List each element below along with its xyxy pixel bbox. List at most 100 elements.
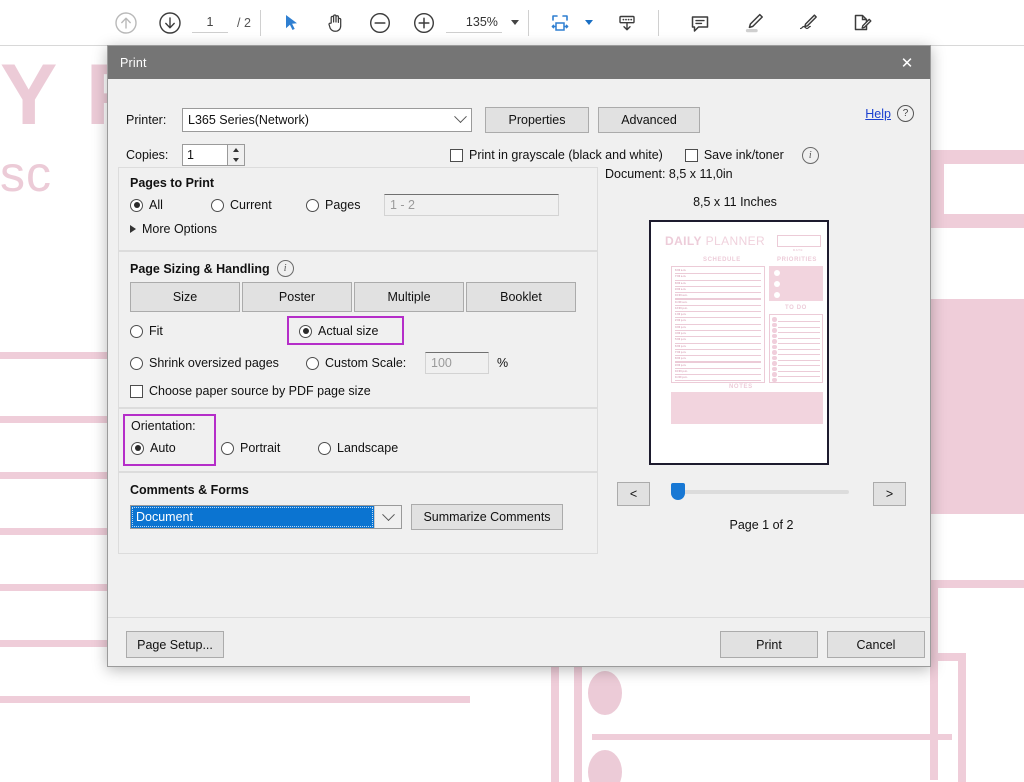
comment-icon[interactable] bbox=[678, 1, 722, 45]
sizing-fit-label: Fit bbox=[149, 324, 163, 338]
copies-stepper-down[interactable] bbox=[228, 155, 244, 165]
orientation-auto-option[interactable]: Auto bbox=[131, 441, 176, 455]
sizing-actual-size-option[interactable]: Actual size bbox=[299, 324, 378, 338]
highlight-icon[interactable] bbox=[732, 1, 776, 45]
tab-multiple[interactable]: Multiple bbox=[354, 282, 464, 312]
pages-current-option[interactable]: Current bbox=[211, 198, 272, 212]
planner-todo-label: TO DO bbox=[785, 305, 807, 311]
planner-time-rule bbox=[675, 367, 761, 369]
sizing-fit-option[interactable]: Fit bbox=[130, 324, 163, 338]
preview-slider-track[interactable] bbox=[673, 490, 849, 494]
planner-time-label: 1:00 p.m. bbox=[675, 313, 687, 317]
orientation-portrait-option[interactable]: Portrait bbox=[221, 441, 280, 455]
sizing-shrink-radio[interactable] bbox=[130, 356, 143, 370]
hand-tool-icon[interactable] bbox=[314, 1, 358, 45]
page-setup-button[interactable]: Page Setup... bbox=[126, 631, 224, 658]
properties-button[interactable]: Properties bbox=[485, 106, 589, 133]
paper-source-checkbox[interactable] bbox=[130, 384, 143, 398]
fill-and-sign-icon[interactable] bbox=[840, 1, 884, 45]
preview-slider-thumb[interactable] bbox=[671, 483, 685, 500]
sizing-fit-radio[interactable] bbox=[130, 324, 143, 338]
paper-source-checkbox-row[interactable]: Choose paper source by PDF page size bbox=[130, 384, 371, 398]
orientation-portrait-radio[interactable] bbox=[221, 441, 234, 455]
close-icon[interactable]: ✕ bbox=[884, 46, 930, 79]
cancel-button[interactable]: Cancel bbox=[827, 631, 925, 658]
orientation-landscape-option[interactable]: Landscape bbox=[318, 441, 398, 455]
sign-icon[interactable] bbox=[786, 1, 830, 45]
save-ink-info-icon[interactable]: i bbox=[801, 146, 819, 164]
save-ink-checkbox-row[interactable]: Save ink/toner bbox=[684, 148, 784, 162]
preview-sheet[interactable]: DAILY PLANNER DATE SCHEDULE PRIORITIES T… bbox=[649, 220, 829, 465]
pages-all-option[interactable]: All bbox=[130, 198, 163, 212]
page-sizing-group: Page Sizing & Handling i Size Poster Mul… bbox=[118, 251, 598, 408]
zoom-in-icon[interactable] bbox=[402, 1, 446, 45]
pages-range-input[interactable]: 1 - 2 bbox=[384, 194, 559, 216]
pages-all-radio[interactable] bbox=[130, 198, 143, 212]
preview-next-button[interactable]: > bbox=[873, 482, 906, 506]
planner-block bbox=[930, 580, 938, 780]
summarize-comments-button[interactable]: Summarize Comments bbox=[411, 504, 563, 530]
orientation-landscape-radio[interactable] bbox=[318, 441, 331, 455]
zoom-dropdown-icon[interactable] bbox=[510, 20, 519, 25]
sizing-actual-size-radio[interactable] bbox=[299, 324, 312, 338]
page-total-label: / 2 bbox=[237, 15, 251, 30]
zoom-out-icon[interactable] bbox=[358, 1, 402, 45]
pages-range-label: Pages bbox=[325, 198, 361, 212]
planner-priority-bullet bbox=[774, 292, 780, 298]
preview-prev-button[interactable]: < bbox=[617, 482, 650, 506]
toolbar-divider bbox=[657, 9, 659, 36]
planner-block bbox=[930, 299, 1024, 514]
planner-time-label: 3:00 p.m. bbox=[675, 325, 687, 329]
save-ink-checkbox[interactable] bbox=[684, 148, 698, 162]
page-number-input[interactable]: 1 bbox=[192, 12, 228, 33]
zoom-level-input[interactable]: 135% bbox=[445, 12, 502, 33]
more-options-toggle[interactable]: More Options bbox=[130, 222, 217, 236]
print-button[interactable]: Print bbox=[720, 631, 818, 658]
sizing-custom-scale-option[interactable]: Custom Scale: bbox=[306, 356, 406, 370]
chevron-down-icon[interactable] bbox=[374, 506, 401, 528]
sizing-shrink-option[interactable]: Shrink oversized pages bbox=[130, 356, 279, 370]
copies-stepper-up[interactable] bbox=[228, 145, 244, 155]
planner-todo-bullet bbox=[772, 339, 777, 344]
planner-priority-bullet bbox=[774, 281, 780, 287]
pages-current-radio[interactable] bbox=[211, 198, 224, 212]
copies-stepper[interactable] bbox=[228, 144, 245, 166]
planner-title-bold: DAILY bbox=[665, 234, 702, 248]
planner-priorities-label: PRIORITIES bbox=[777, 257, 818, 263]
previous-page-icon[interactable] bbox=[104, 1, 148, 45]
advanced-button[interactable]: Advanced bbox=[598, 106, 700, 133]
tab-size[interactable]: Size bbox=[130, 282, 240, 312]
tab-booklet[interactable]: Booklet bbox=[466, 282, 576, 312]
planner-todo-rule bbox=[778, 376, 820, 378]
chevron-down-icon[interactable] bbox=[449, 109, 471, 131]
planner-time-label: 4:00 p.m. bbox=[675, 332, 687, 335]
printer-select[interactable]: L365 Series(Network) bbox=[182, 107, 472, 132]
pages-range-option[interactable]: Pages bbox=[306, 198, 360, 212]
fit-dropdown-icon[interactable] bbox=[584, 20, 593, 25]
tab-poster[interactable]: Poster bbox=[242, 282, 352, 312]
copies-input[interactable]: 1 bbox=[182, 144, 228, 166]
pages-range-radio[interactable] bbox=[306, 198, 319, 212]
planner-date-box bbox=[777, 235, 821, 247]
help-link[interactable]: Help bbox=[865, 107, 891, 121]
grayscale-label: Print in grayscale (black and white) bbox=[469, 148, 663, 162]
page-sizing-info-icon[interactable]: i bbox=[276, 260, 294, 277]
select-tool-icon[interactable] bbox=[270, 1, 314, 45]
fit-width-icon[interactable] bbox=[538, 1, 582, 45]
sizing-custom-scale-radio[interactable] bbox=[306, 356, 319, 370]
orientation-auto-radio[interactable] bbox=[131, 441, 144, 455]
custom-scale-input[interactable]: 100 bbox=[425, 352, 489, 374]
help-icon[interactable]: ? bbox=[897, 105, 914, 122]
printer-row: Printer: L365 Series(Network) Properties… bbox=[126, 106, 912, 133]
grayscale-checkbox-row[interactable]: Print in grayscale (black and white) bbox=[450, 148, 663, 162]
comments-forms-select[interactable]: Document bbox=[130, 505, 402, 529]
scroll-mode-icon[interactable] bbox=[605, 1, 649, 45]
planner-time-label: 2:00 p.m. bbox=[675, 319, 687, 323]
grayscale-checkbox[interactable] bbox=[450, 148, 463, 162]
planner-rule bbox=[0, 472, 110, 479]
next-page-icon[interactable] bbox=[148, 1, 192, 45]
page-sizing-header: Page Sizing & Handling bbox=[130, 261, 270, 276]
pages-all-label: All bbox=[149, 198, 163, 212]
planner-todo-rule bbox=[778, 381, 820, 383]
save-ink-label: Save ink/toner bbox=[703, 148, 784, 162]
